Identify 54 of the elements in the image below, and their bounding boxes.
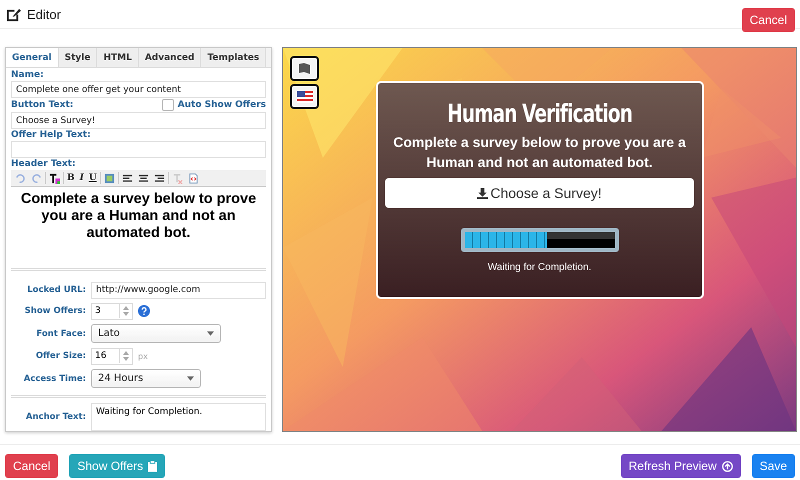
- tab[interactable]: General: [6, 48, 59, 67]
- cancel-button[interactable]: Cancel: [742, 8, 795, 32]
- tab[interactable]: Templates: [201, 48, 266, 67]
- header-text-editor[interactable]: Complete a survey below to prove you are a Human and not an automated bot.: [11, 188, 266, 266]
- format-button[interactable]: U: [86, 171, 99, 185]
- format-button[interactable]: I: [78, 171, 86, 185]
- spinner-arrows-icon[interactable]: [119, 304, 132, 318]
- flag-icon: [296, 62, 312, 76]
- dropdown[interactable]: Lato: [91, 324, 221, 343]
- download-icon: [477, 188, 488, 198]
- edit-icon: [6, 6, 21, 22]
- footer-button[interactable]: Cancel: [5, 454, 58, 478]
- field-label: Font Face:: [35, 328, 86, 338]
- page-title: Editor: [27, 6, 61, 22]
- field-label: Access Time:: [22, 374, 86, 384]
- dropdown[interactable]: 24 Hours: [91, 369, 201, 388]
- flag-button[interactable]: [290, 56, 319, 81]
- number-spinner[interactable]: 3: [91, 302, 133, 320]
- checkbox-label: Auto Show Offers: [178, 100, 266, 110]
- tab[interactable]: HTML: [97, 48, 139, 67]
- caret-icon: [207, 331, 214, 336]
- field-label: Header Text:: [11, 159, 77, 169]
- unit-label: px: [138, 352, 148, 360]
- text-color-icon[interactable]: [47, 171, 62, 185]
- number-spinner[interactable]: 16: [91, 348, 133, 364]
- field-label: Offer Size:: [34, 351, 86, 361]
- card-title: Human Verification: [447, 99, 632, 128]
- spinner-arrows-icon[interactable]: [119, 349, 132, 363]
- card-text: Complete a survey below to prove you are a Human and not an automated bot.: [392, 133, 687, 172]
- arrow-up-circle-icon: [722, 460, 733, 472]
- checkbox[interactable]: [162, 99, 174, 111]
- survey-button[interactable]: Choose a Survey!: [385, 178, 694, 208]
- tab[interactable]: Advanced: [138, 48, 202, 67]
- button-text-field[interactable]: Choose a Survey!: [11, 112, 266, 129]
- format-button[interactable]: B: [65, 171, 77, 185]
- field-label: Locked URL:: [26, 285, 86, 295]
- field-label: Show Offers:: [24, 306, 86, 316]
- caret-icon: [187, 376, 194, 381]
- tab[interactable]: Style: [58, 48, 98, 67]
- clipboard-icon: [148, 460, 158, 472]
- footer-button[interactable]: Refresh Preview: [620, 454, 741, 478]
- footer-button[interactable]: Save: [752, 454, 795, 478]
- url-field[interactable]: http://www.google.com: [91, 282, 266, 298]
- striped-flag-icon: [296, 90, 312, 102]
- anchor-text: Waiting for Completion.: [488, 262, 592, 273]
- field-label: Button Text:: [11, 100, 74, 110]
- field-label: Anchor Text:: [24, 412, 86, 422]
- us-flag-button[interactable]: [290, 84, 319, 109]
- anchor-text-field[interactable]: Waiting for Completion.: [91, 403, 266, 431]
- help-icon[interactable]: [138, 305, 150, 317]
- offer-help-field[interactable]: [11, 141, 266, 158]
- field-label: Name:: [11, 70, 45, 80]
- field-label: Offer Help Text:: [11, 130, 92, 140]
- name-field[interactable]: Complete one offer get your content: [11, 81, 266, 98]
